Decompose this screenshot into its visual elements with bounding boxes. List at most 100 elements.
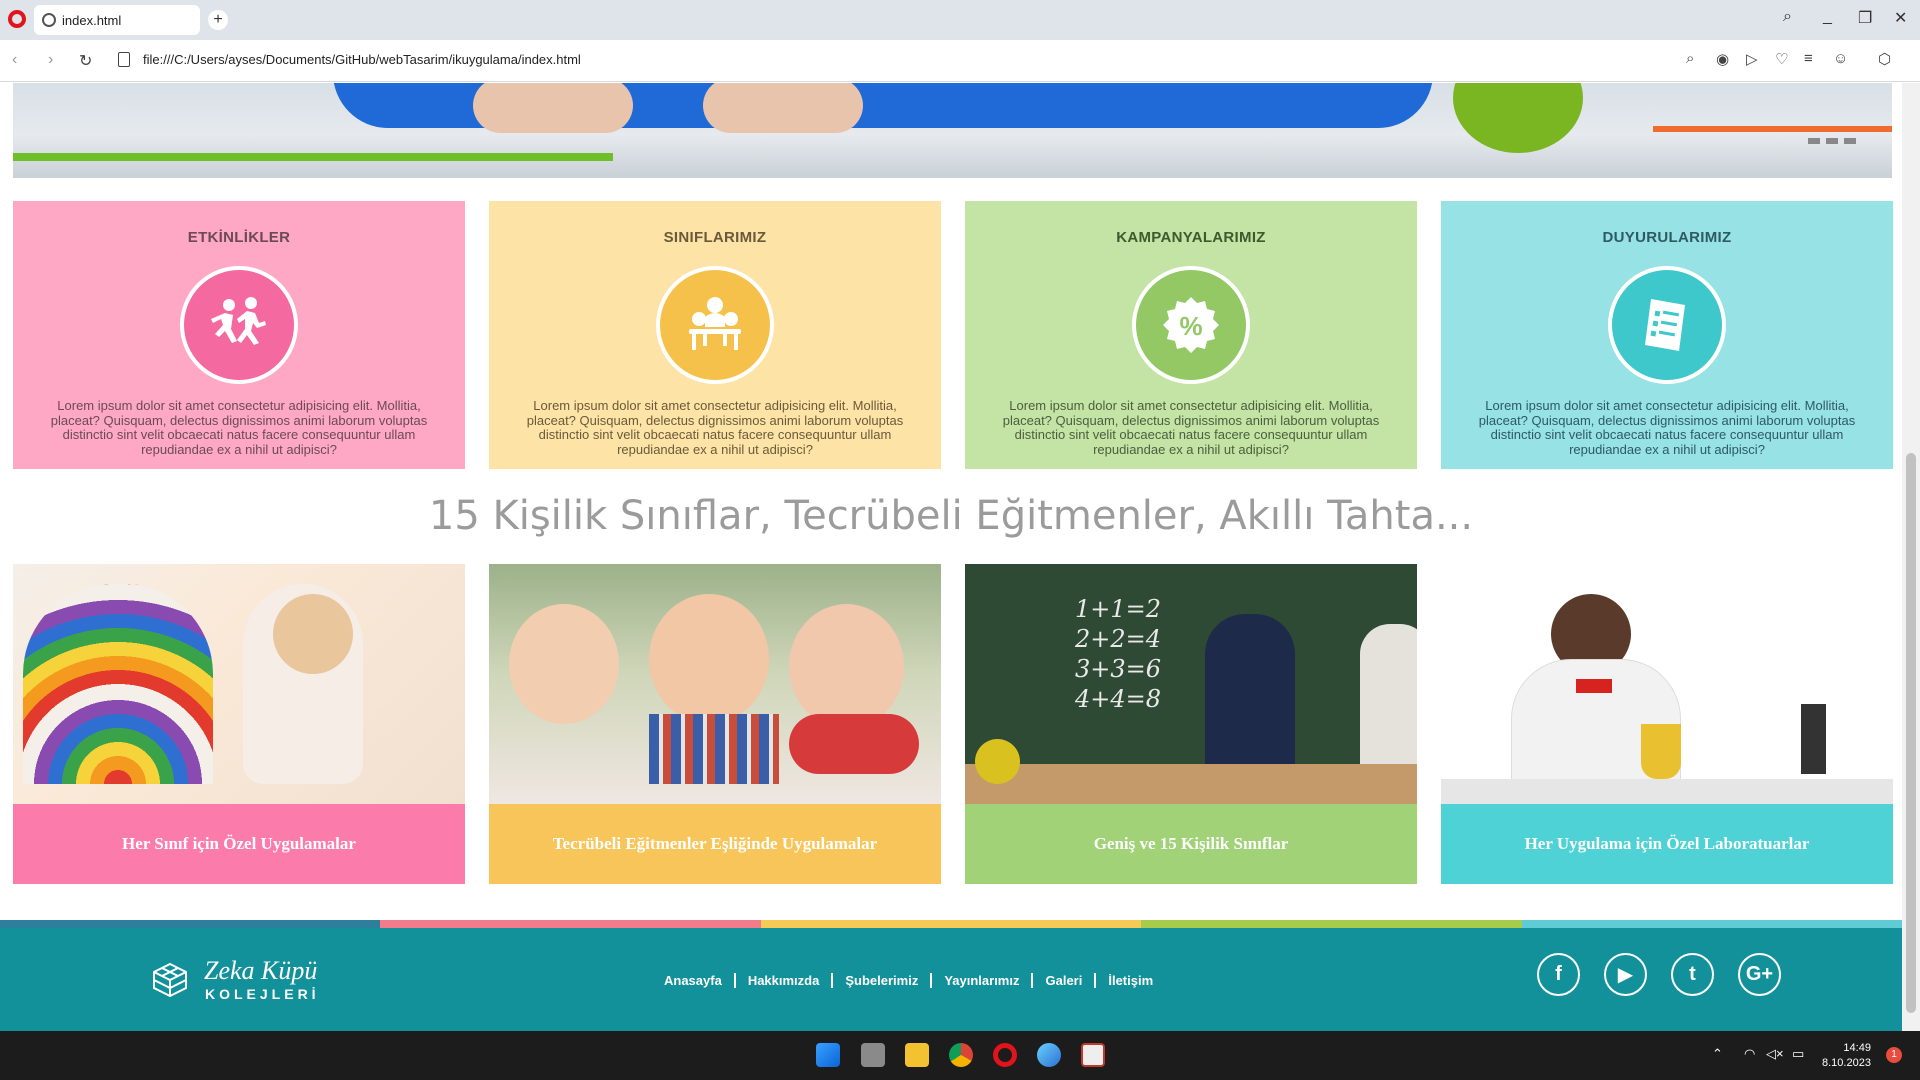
running-children-icon xyxy=(180,266,298,384)
students-desk-icon xyxy=(656,266,774,384)
back-icon[interactable]: ‹ xyxy=(12,51,17,69)
announcement-list-icon xyxy=(1608,266,1726,384)
hero-image-pencil xyxy=(13,153,613,161)
page-scrollbar[interactable] xyxy=(1902,83,1920,1031)
cube-logo-icon xyxy=(153,962,187,998)
address-bar: ‹ › ↻ file:///C:/Users/ayses/Documents/G… xyxy=(0,40,1920,112)
logo-subtitle: KOLEJLERİ xyxy=(205,986,320,1002)
footer-link-yayinlarimiz[interactable]: Yayınlarımız xyxy=(932,973,1031,988)
chrome-icon[interactable] xyxy=(949,1043,973,1067)
info-cards: ETKİNLİKLER Lorem ipsum dolor sit amet c… xyxy=(13,201,1893,469)
feature-caption: Tecrübeli Eğitmenler Eşliğinde Uygulamal… xyxy=(489,804,941,884)
file-explorer-icon[interactable] xyxy=(905,1043,929,1067)
taskbar: ⌃ ◠ ◁× ▭ 14:49 8.10.2023 1 xyxy=(0,1031,1920,1080)
volume-muted-icon[interactable]: ◁× xyxy=(1766,1046,1784,1062)
camera-icon[interactable]: ◉ xyxy=(1716,50,1729,68)
send-icon[interactable]: ▷ xyxy=(1746,50,1758,68)
battery-icon[interactable]: ▭ xyxy=(1792,1046,1804,1062)
tab-title: index.html xyxy=(62,12,122,28)
page-icon xyxy=(118,52,130,67)
notification-badge[interactable]: 1 xyxy=(1886,1047,1902,1063)
page-viewport: ETKİNLİKLER Lorem ipsum dolor sit amet c… xyxy=(0,83,1902,1031)
paint-app-icon[interactable] xyxy=(1081,1043,1105,1067)
twitter-icon[interactable]: t xyxy=(1671,953,1714,996)
hero-image-hand xyxy=(703,83,863,133)
card-text: Lorem ipsum dolor sit amet consectetur a… xyxy=(526,398,904,457)
url-field[interactable]: file:///C:/Users/ayses/Documents/GitHub/… xyxy=(143,52,581,67)
scrollbar-thumb[interactable] xyxy=(1906,453,1916,1013)
clock-time: 14:49 xyxy=(1843,1042,1871,1054)
google-plus-icon[interactable]: G+ xyxy=(1738,953,1781,996)
social-links: f ▶ t G+ xyxy=(1537,953,1781,996)
footer-nav: Anasayfa Hakkımızda Şubelerimiz Yayınlar… xyxy=(652,973,1165,988)
feature-classrooms[interactable]: 1+1=2 2+2=4 3+3=6 4+4=8 Geniş ve 15 Kişilik… xyxy=(965,564,1417,884)
feature-teachers[interactable]: Tecrübeli Eğitmenler Eşliğinde Uygulamal… xyxy=(489,564,941,884)
feature-caption: Her Uygulama için Özel Laboratuarlar xyxy=(1441,804,1893,884)
forward-icon[interactable]: › xyxy=(48,51,53,69)
footer-link-iletisim[interactable]: İletişim xyxy=(1096,973,1165,988)
feature-art-class[interactable]: Her Sınıf için Özel Uygulamalar xyxy=(13,564,465,884)
clock[interactable]: 14:49 8.10.2023 xyxy=(1822,1041,1871,1071)
feature-labs[interactable]: Her Uygulama için Özel Laboratuarlar xyxy=(1441,564,1893,884)
svg-text:%: % xyxy=(1179,311,1202,341)
close-icon[interactable]: ✕ xyxy=(1894,8,1907,28)
restore-icon[interactable]: ❐ xyxy=(1858,8,1872,28)
card-siniflarimiz[interactable]: SINIFLARIMIZ Lorem ipsum dolor sit amet … xyxy=(489,201,941,469)
hero-image-apple xyxy=(1453,83,1583,153)
footer-link-anasayfa[interactable]: Anasayfa xyxy=(652,973,734,988)
footer-link-subelerimiz[interactable]: Şubelerimiz xyxy=(833,973,930,988)
minimize-icon[interactable]: _ xyxy=(1823,8,1832,26)
clock-date: 8.10.2023 xyxy=(1822,1057,1871,1069)
feature-caption: Geniş ve 15 Kişilik Sınıflar xyxy=(965,804,1417,884)
card-title: ETKİNLİKLER xyxy=(187,229,291,246)
youtube-icon[interactable]: ▶ xyxy=(1604,953,1647,996)
card-etkinlikler[interactable]: ETKİNLİKLER Lorem ipsum dolor sit amet c… xyxy=(13,201,465,469)
card-title: SINIFLARIMIZ xyxy=(663,229,767,246)
globe-icon xyxy=(42,13,56,27)
profile-icon[interactable]: ☺ xyxy=(1833,50,1848,67)
photo-girl-painting xyxy=(13,564,465,804)
photo-girl-blackboard: 1+1=2 2+2=4 3+3=6 4+4=8 xyxy=(965,564,1417,804)
footer-color-strip xyxy=(0,920,1902,928)
wifi-icon[interactable]: ◠ xyxy=(1744,1046,1755,1062)
globe-app-icon[interactable] xyxy=(1037,1043,1061,1067)
browser-tab-bar: index.html + ⌕ _ ❐ ✕ xyxy=(0,0,1920,40)
strip-segment xyxy=(1141,920,1522,928)
new-tab-button[interactable]: + xyxy=(208,10,228,30)
start-icon[interactable] xyxy=(816,1043,840,1067)
strip-segment xyxy=(760,920,1142,928)
card-title: DUYURULARIMIZ xyxy=(1602,229,1732,246)
hero-image-hand xyxy=(473,83,633,133)
heart-icon[interactable]: ♡ xyxy=(1775,50,1788,68)
card-text: Lorem ipsum dolor sit amet consectetur a… xyxy=(1478,398,1856,457)
opera-icon[interactable] xyxy=(993,1043,1017,1067)
opera-logo-icon[interactable] xyxy=(8,10,26,28)
chevron-up-icon[interactable]: ⌃ xyxy=(1712,1046,1723,1062)
footer: Zeka Küpü KOLEJLERİ Anasayfa Hakkımızda … xyxy=(0,928,1902,1031)
card-text: Lorem ipsum dolor sit amet consectetur a… xyxy=(50,398,428,457)
task-view-icon[interactable] xyxy=(861,1043,885,1067)
search-page-icon[interactable]: ⌕ xyxy=(1686,50,1694,67)
strip-segment xyxy=(0,920,381,928)
discount-badge-icon: % xyxy=(1132,266,1250,384)
facebook-icon[interactable]: f xyxy=(1537,953,1580,996)
slider-dots[interactable] xyxy=(1808,138,1856,144)
feature-row: Her Sınıf için Özel Uygulamalar Tecrübel… xyxy=(13,564,1893,884)
extensions-icon[interactable]: ⬡ xyxy=(1878,50,1891,68)
photo-child-laboratory xyxy=(1441,564,1893,804)
search-tabs-icon[interactable]: ⌕ xyxy=(1783,8,1792,26)
menu-icon[interactable]: ≡ xyxy=(1804,50,1813,67)
card-title: KAMPANYALARIMIZ xyxy=(1116,229,1266,246)
card-duyurularimiz[interactable]: DUYURULARIMIZ Lorem ipsum dolor sit amet… xyxy=(1441,201,1893,469)
strip-segment xyxy=(380,920,761,928)
footer-link-hakkimizda[interactable]: Hakkımızda xyxy=(736,973,832,988)
card-kampanyalarimiz[interactable]: KAMPANYALARIMIZ % Lorem ipsum dolor sit … xyxy=(965,201,1417,469)
feature-caption: Her Sınıf için Özel Uygulamalar xyxy=(13,804,465,884)
strip-segment xyxy=(1521,920,1902,928)
footer-link-galeri[interactable]: Galeri xyxy=(1033,973,1094,988)
logo-name: Zeka Küpü xyxy=(204,956,318,985)
card-text: Lorem ipsum dolor sit amet consectetur a… xyxy=(1002,398,1380,457)
hero-image-pencil xyxy=(1653,126,1892,132)
reload-icon[interactable]: ↻ xyxy=(79,51,92,71)
browser-tab[interactable]: index.html xyxy=(34,5,200,35)
